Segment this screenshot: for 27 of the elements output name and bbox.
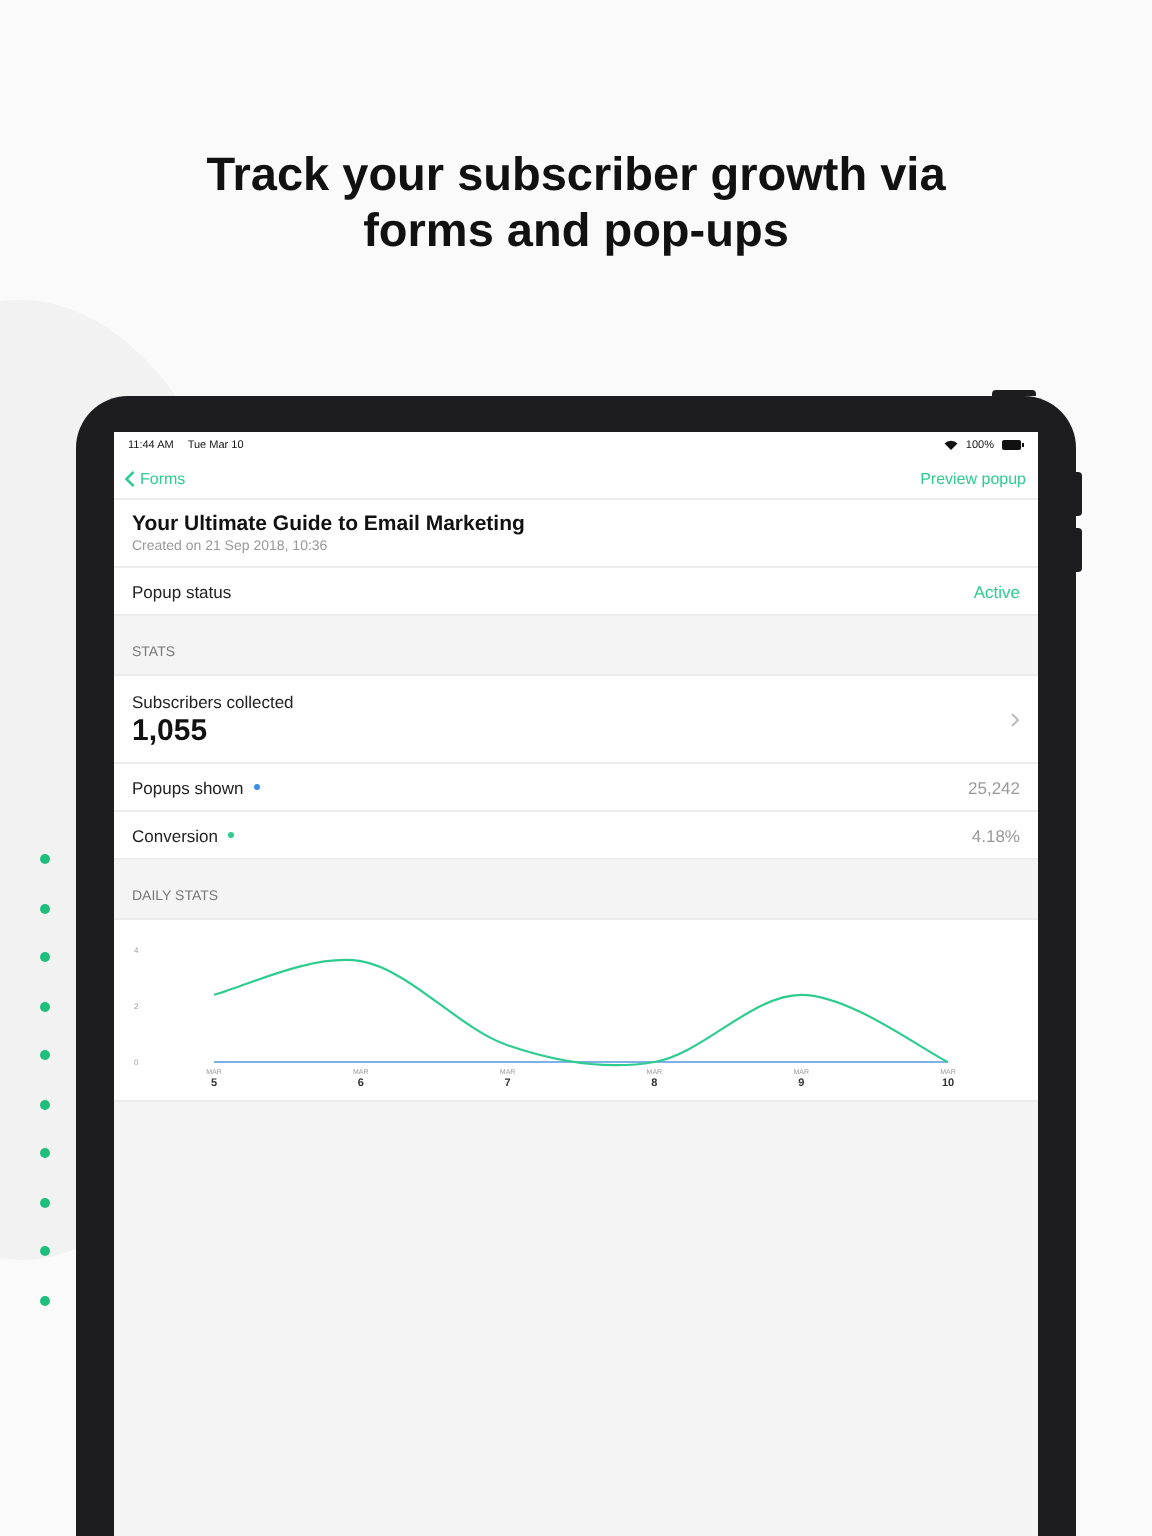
- subscriber-count: 1,055: [132, 713, 210, 747]
- form-title: Your Ultimate Guide to Email Marketing: [132, 512, 527, 536]
- metric-value: 25,242: [968, 777, 1020, 797]
- decor-dot: [40, 1050, 50, 1060]
- decor-dot: [40, 1197, 50, 1207]
- row-label: Popup status: [132, 581, 232, 601]
- subscribers-row[interactable]: Subscribers collected 1,055: [114, 676, 1038, 764]
- back-button[interactable]: Forms: [124, 469, 186, 487]
- decor-dot: [40, 903, 50, 913]
- wifi-icon: [943, 440, 958, 450]
- headline: Track your subscriber growth via forms and pop-ups: [204, 146, 948, 258]
- decor-dot: [40, 1001, 50, 1011]
- status-value: Active: [973, 581, 1020, 601]
- row-label: Popups shown: [132, 777, 244, 797]
- decor-dot: [40, 1099, 50, 1109]
- decor-dot: [40, 952, 50, 962]
- decor-dot: [40, 854, 50, 864]
- decor-dot: [40, 1148, 50, 1158]
- chevron-left-icon: [124, 469, 136, 487]
- battery-icon: [1002, 440, 1024, 450]
- row-label: Subscribers collected: [132, 691, 294, 711]
- decor-dot: [40, 1295, 50, 1305]
- chevron-right-icon: [1010, 711, 1020, 727]
- preview-popup-button[interactable]: Preview popup: [920, 469, 1026, 487]
- decor-dot: [40, 1246, 50, 1256]
- row-label: Conversion: [132, 825, 218, 845]
- metric-value: 4.18%: [971, 825, 1020, 845]
